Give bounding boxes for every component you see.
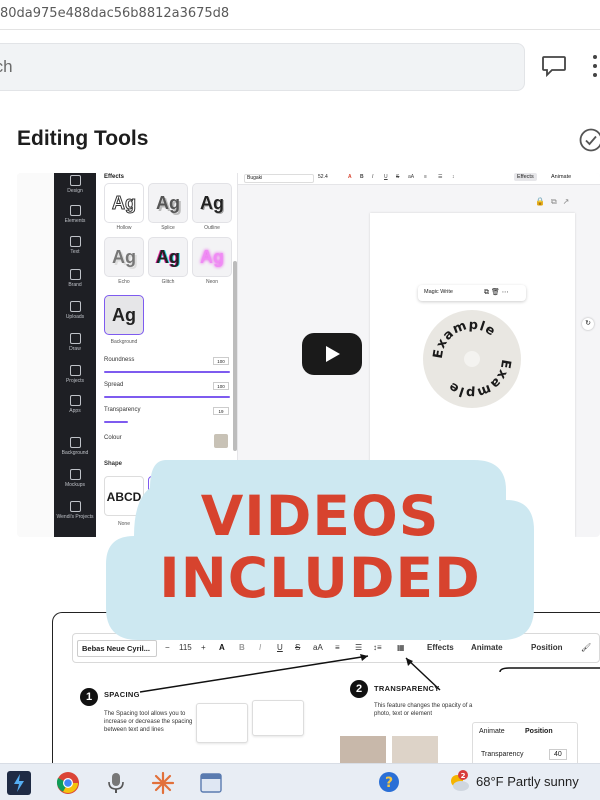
help-icon[interactable]: ?: [377, 770, 401, 794]
taskbar: ? 2 68°F Partly sunny: [0, 763, 600, 800]
promo-line-1: VIDEOS: [200, 484, 440, 548]
step-2-title: TRANSPARENCY: [374, 684, 440, 693]
chrome-icon[interactable]: [55, 770, 81, 796]
microphone-icon[interactable]: [103, 770, 129, 796]
step-1-title: SPACING: [104, 690, 140, 699]
spacing-settings-card: [252, 700, 304, 736]
promo-callout: VIDEOS INCLUDED: [106, 460, 534, 640]
step-1-description: The Spacing tool allows you to increase …: [104, 711, 193, 733]
sparkle-app-icon[interactable]: [150, 770, 176, 796]
svg-text:?: ?: [385, 775, 393, 791]
window-app-icon[interactable]: [198, 770, 224, 796]
promo-line-2: INCLUDED: [159, 546, 481, 610]
transparency-card: Animate Position Transparency 40: [472, 722, 578, 767]
annotation-arrows: [139, 636, 600, 693]
card-transparency-label: Transparency: [481, 751, 524, 758]
card-animate: Animate: [479, 728, 505, 735]
weather-icon[interactable]: 2: [446, 769, 472, 795]
card-transparency-value: 40: [549, 749, 567, 760]
sample-photo-2: [392, 736, 438, 764]
step-2-description: This feature changes the opacity of a ph…: [374, 703, 473, 717]
app-icon[interactable]: [6, 770, 32, 796]
weather-text[interactable]: 68°F Partly sunny: [476, 774, 579, 789]
step-2-badge: 2: [350, 680, 368, 698]
card-position: Position: [525, 728, 553, 735]
sample-photo-1: [340, 736, 386, 764]
notification-count: 2: [461, 772, 466, 780]
spacing-preview-card: [196, 703, 248, 743]
step-1-badge: 1: [80, 688, 98, 706]
